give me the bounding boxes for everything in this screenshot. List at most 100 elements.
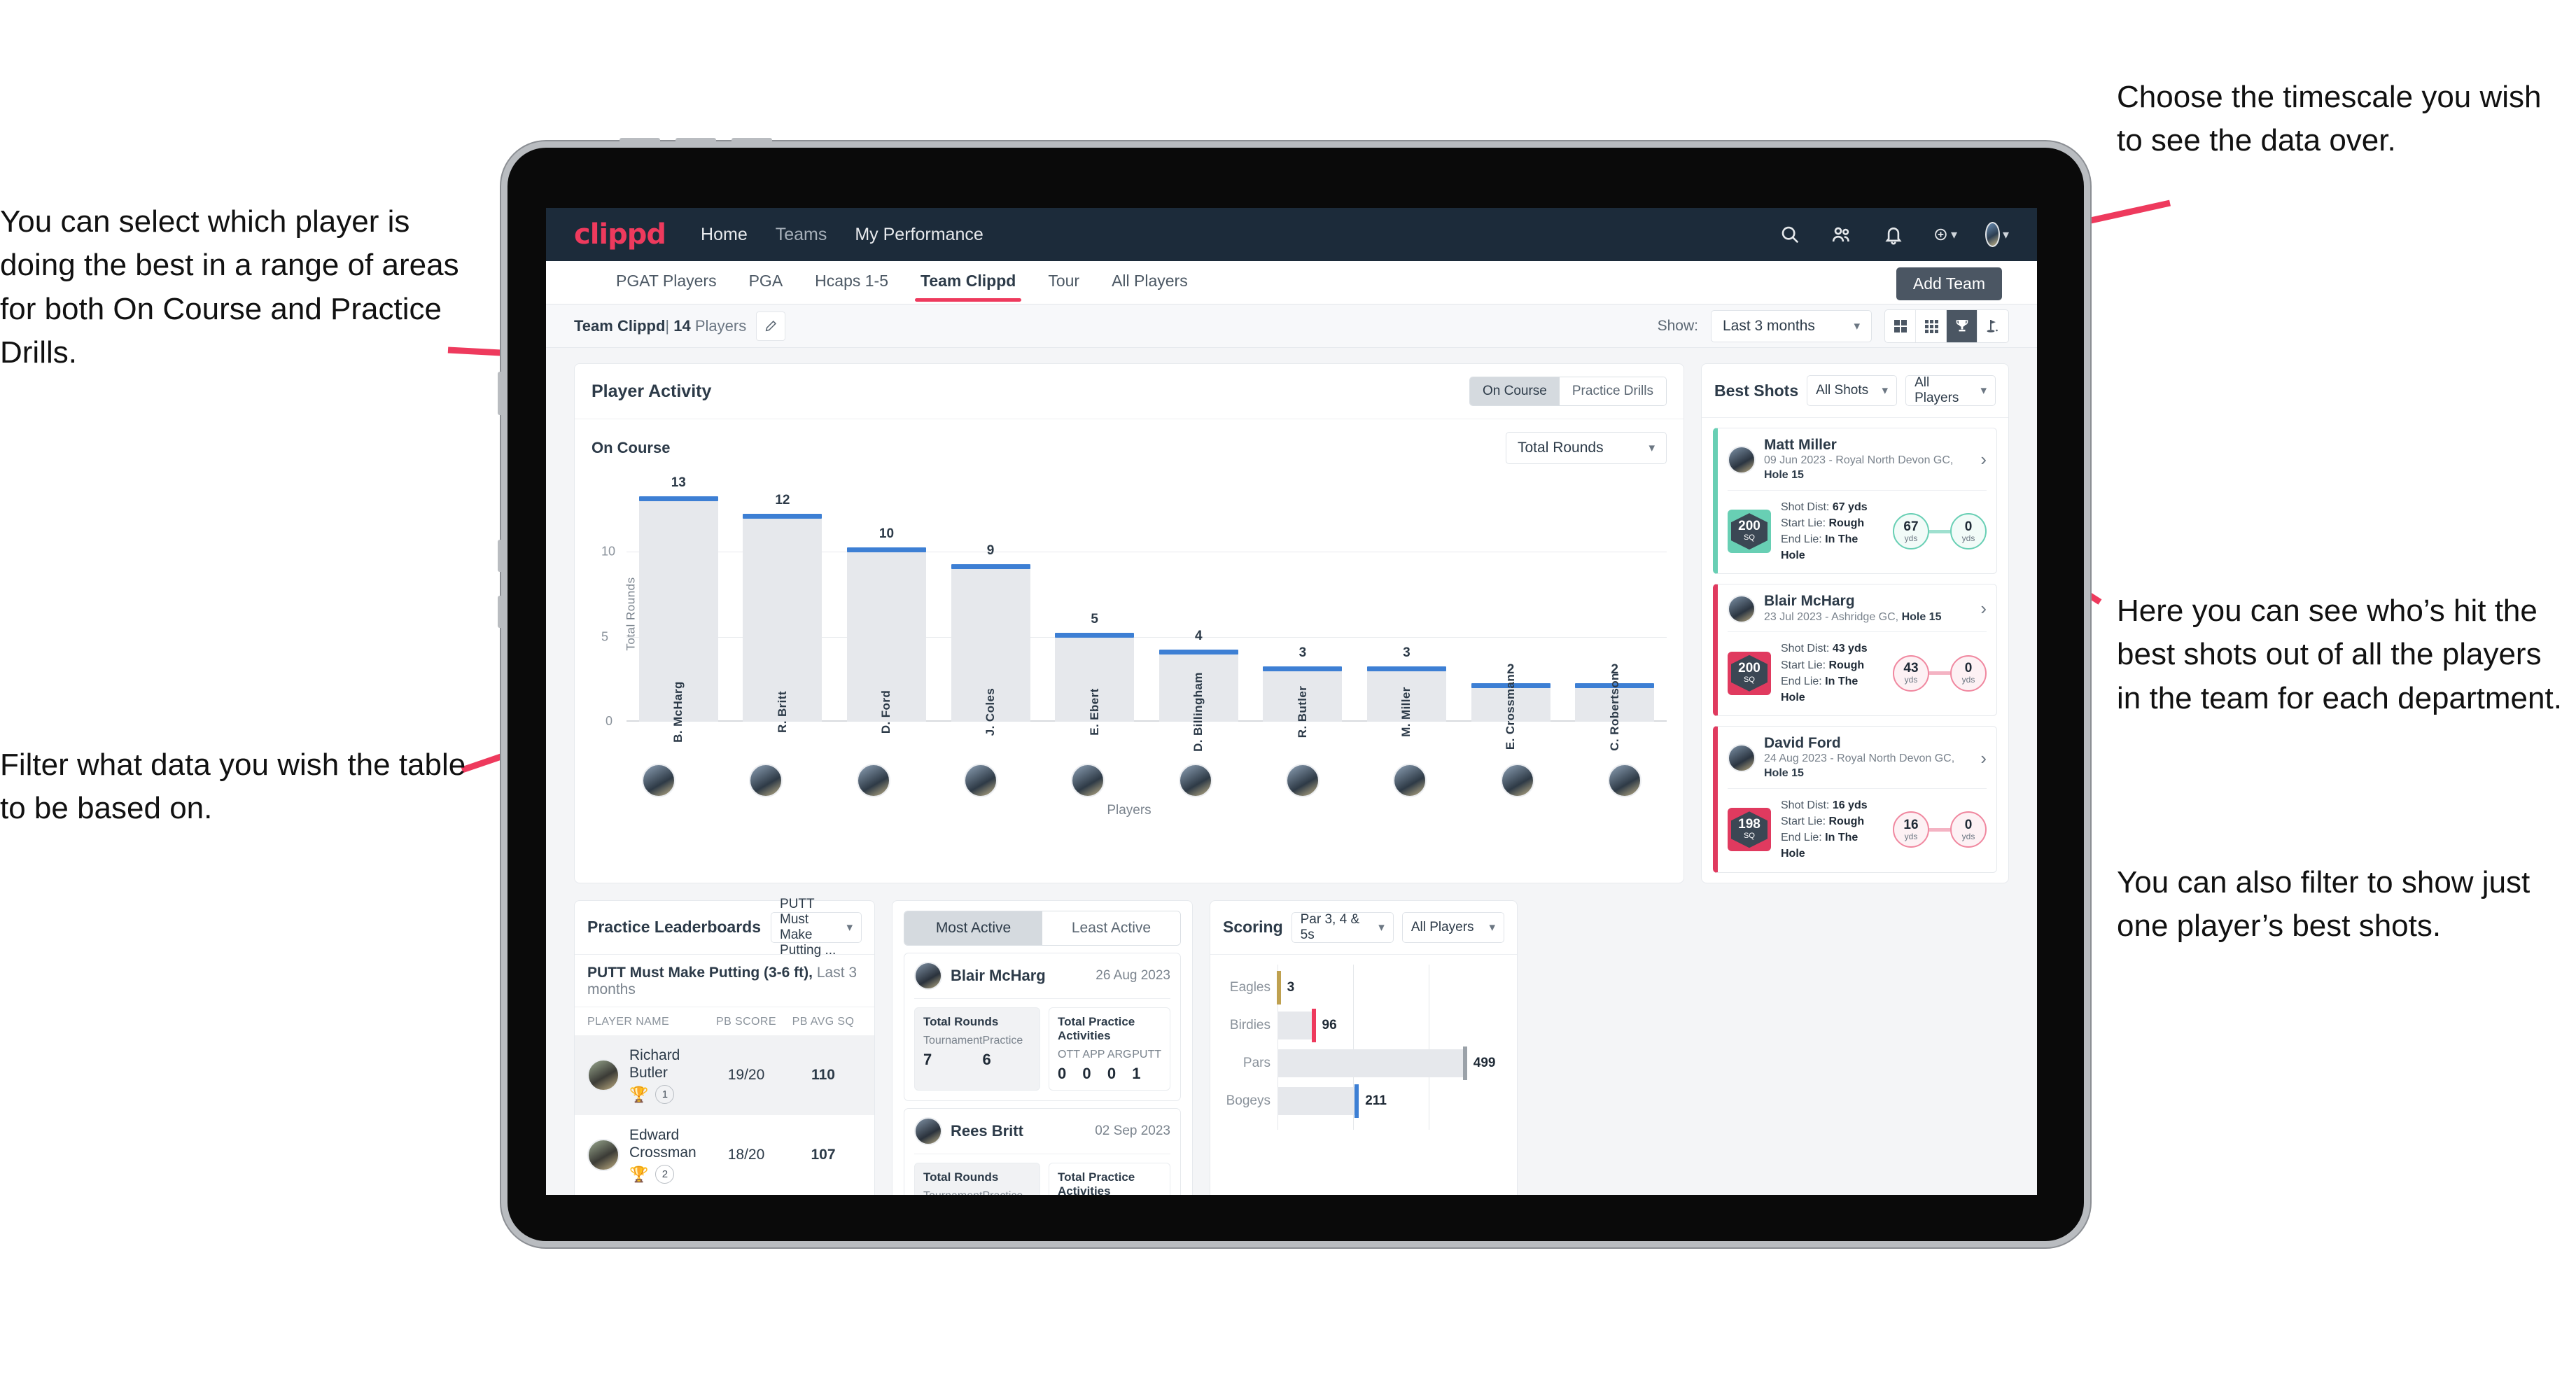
player-name: Rees Britt (951, 1121, 1023, 1140)
toggle-on-course[interactable]: On Course (1470, 377, 1560, 405)
tab-team-clippd[interactable]: Team Clippd (914, 263, 1022, 302)
player-name: Blair McHarg (1764, 593, 1855, 610)
grid-2x2-icon (1893, 319, 1907, 332)
tab-pgat-players[interactable]: PGAT Players (615, 263, 718, 302)
bar[interactable]: D. Ford (847, 547, 926, 734)
timescale-select[interactable]: Last 3 months ▾ (1711, 309, 1872, 342)
bell-icon[interactable] (1882, 223, 1905, 246)
search-icon[interactable] (1778, 223, 1802, 246)
player-avatar[interactable] (1500, 764, 1534, 797)
bar-column[interactable]: 5 E. Ebert (1042, 484, 1147, 736)
bar[interactable]: C. Robertson (1575, 673, 1655, 751)
scoring-track: 499 (1278, 1046, 1503, 1080)
chevron-right-icon[interactable]: › (1980, 598, 1987, 620)
activity-player-card[interactable]: Blair McHarg 26 Aug 2023 Total Rounds Tourn… (904, 952, 1181, 1101)
bar[interactable]: E. Crossman (1471, 674, 1550, 750)
hexagon-icon: 198 SQ (1731, 811, 1768, 848)
par-filter-select[interactable]: Par 3, 4 & 5s ▾ (1291, 911, 1394, 943)
dumbbell-connector (1929, 671, 1950, 676)
tab-hcaps-1-5[interactable]: Hcaps 1-5 (813, 263, 890, 302)
tab-pga[interactable]: PGA (748, 263, 785, 302)
bar-column[interactable]: 12 R. Britt (731, 484, 835, 733)
best-shots-player-select[interactable]: All Players ▾ (1905, 375, 1996, 406)
best-shot-card[interactable]: Matt Miller 09 Jun 2023 - Royal North Dev… (1713, 428, 1997, 575)
player-avatar[interactable] (856, 764, 890, 797)
player-activity-header: Player Activity On Course Practice Drill… (575, 364, 1684, 419)
scoring-row[interactable]: Birdies 96 (1223, 1007, 1503, 1044)
scoring-row[interactable]: Bogeys 211 (1223, 1082, 1503, 1120)
player-avatar[interactable] (963, 764, 997, 797)
player-avatar[interactable] (1607, 764, 1642, 797)
section-tabs: PGAT Players PGA Hcaps 1-5 Team Clippd T… (546, 261, 2037, 304)
bar[interactable]: J. Coles (951, 564, 1030, 736)
nav-link-home[interactable]: Home (701, 225, 748, 245)
bar[interactable]: M. Miller (1366, 666, 1446, 737)
total-rounds-values: Tournament8Practice4 (923, 1190, 1031, 1195)
from-value: 43 (1903, 661, 1919, 676)
bar-column[interactable]: 4 D. Billingham (1147, 484, 1251, 752)
player-avatar[interactable] (1071, 764, 1105, 797)
bar[interactable]: E. Ebert (1055, 632, 1135, 736)
leaderboard-row[interactable]: Richard Butler 🏆 1 19/20 110 (575, 1035, 874, 1116)
distance-to-bubble: 0 yds (1950, 811, 1987, 848)
bar-column[interactable]: 2 C. Robertson (1562, 484, 1667, 751)
scoring-row[interactable]: Pars 499 (1223, 1044, 1503, 1082)
avatar-icon[interactable]: ▾ (1985, 222, 2009, 247)
tab-all-players[interactable]: All Players (1110, 263, 1189, 302)
bar-column[interactable]: 2 E. Crossman (1459, 484, 1563, 750)
view-grid-3x3-button[interactable] (1916, 309, 1947, 342)
leaderboard-player-cell: Edward Crossman 🏆 2 (587, 1126, 708, 1184)
nav-link-teams[interactable]: Teams (776, 225, 827, 245)
pencil-icon[interactable] (756, 311, 786, 341)
people-icon[interactable] (1830, 223, 1854, 246)
rounds-col: Practice4 (983, 1190, 1032, 1195)
best-shot-header: Matt Miller 09 Jun 2023 - Royal North Dev… (1718, 428, 1996, 490)
scoring-value: 499 (1473, 1055, 1496, 1070)
shot-filter-select[interactable]: All Shots ▾ (1807, 375, 1898, 406)
activity-player-card[interactable]: Rees Britt 02 Sep 2023 Total Rounds Tournam… (904, 1107, 1181, 1195)
distance-from-bubble: 67 yds (1893, 513, 1929, 550)
dumbbell-connector (1929, 827, 1950, 832)
bar-column[interactable]: 13 B. McHarg (626, 475, 731, 743)
leaderboard-player-info: Richard Butler 🏆 1 (629, 1046, 708, 1105)
toggle-practice-drills[interactable]: Practice Drills (1559, 377, 1666, 405)
bar[interactable]: R. Butler (1263, 666, 1343, 738)
view-flag-button[interactable] (1977, 310, 2008, 342)
clippd-logo[interactable]: clippd (574, 218, 666, 251)
tab-least-active[interactable]: Least Active (1042, 911, 1180, 945)
practice-value: 1 (1132, 1064, 1141, 1082)
chevron-right-icon[interactable]: › (1980, 748, 1987, 769)
scoring-player-select[interactable]: All Players ▾ (1401, 911, 1504, 943)
drill-select[interactable]: PUTT Must Make Putting ... ▾ (771, 897, 862, 958)
activity-card-body: Total Rounds Tournament 7 Practice 6 Total Pr… (904, 999, 1180, 1100)
metric-select[interactable]: Total Rounds ▾ (1506, 432, 1667, 464)
leaderboard-row[interactable]: Edward Crossman 🏆 2 18/20 107 (575, 1115, 874, 1195)
activity-date: 02 Sep 2023 (1095, 1123, 1170, 1138)
best-shot-card[interactable]: Blair McHarg 23 Jul 2023 - Ashridge GC, H… (1713, 584, 1997, 717)
view-grid-2x2-button[interactable] (1885, 309, 1916, 342)
player-avatar[interactable] (642, 764, 676, 797)
player-avatar[interactable] (1285, 764, 1320, 797)
bar[interactable]: B. McHarg (638, 496, 718, 743)
bar[interactable]: D. Billingham (1158, 649, 1238, 752)
nav-link-my-performance[interactable]: My Performance (855, 225, 983, 245)
tab-tour[interactable]: Tour (1046, 263, 1081, 302)
scoring-row[interactable]: Eagles 3 (1223, 969, 1503, 1007)
bar-column[interactable]: 3 M. Miller (1354, 484, 1459, 737)
bar[interactable]: R. Britt (743, 513, 822, 733)
player-avatar[interactable] (1178, 764, 1212, 797)
player-avatar[interactable] (749, 764, 783, 797)
view-trophy-button[interactable] (1947, 309, 1977, 342)
y-tick-5: 5 (601, 629, 609, 644)
plus-circle-icon[interactable]: ▾ (1933, 223, 1957, 246)
player-avatar[interactable] (1393, 764, 1427, 797)
bar-column[interactable]: 9 J. Coles (939, 484, 1043, 736)
practice-leaderboards-header: Practice Leaderboards PUTT Must Make Put… (575, 897, 874, 958)
activity-card: Most Active Least Active Blair McHarg 26 … (892, 899, 1193, 1195)
chevron-right-icon[interactable]: › (1980, 449, 1987, 470)
bar-column[interactable]: 3 R. Butler (1251, 484, 1355, 738)
bar-column[interactable]: 10 D. Ford (834, 484, 939, 734)
tab-most-active[interactable]: Most Active (904, 911, 1042, 945)
add-team-button[interactable]: Add Team (1896, 267, 2002, 300)
best-shot-card[interactable]: David Ford 24 Aug 2023 - Royal North Devo… (1713, 726, 1997, 873)
